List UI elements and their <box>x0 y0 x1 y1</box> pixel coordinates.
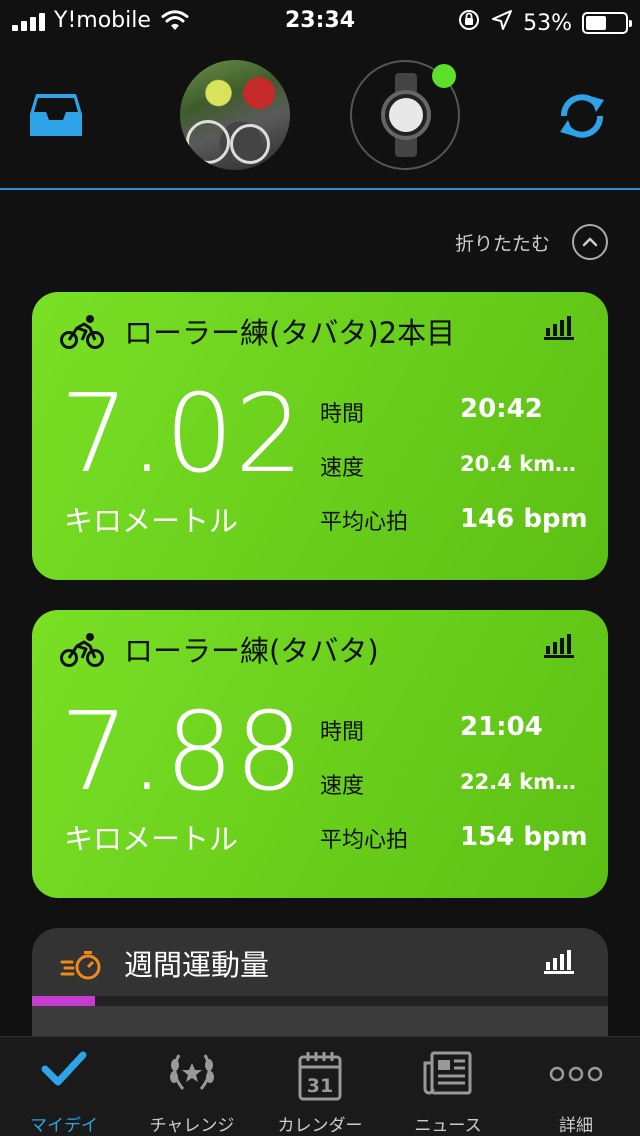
tab-news[interactable]: ニュース <box>384 1037 512 1136</box>
svg-text:31: 31 <box>307 1075 333 1097</box>
activity-card[interactable]: ローラー練(タバタ)2本目 7.02 キロメートル 時間 20:42 速度 20… <box>32 292 608 580</box>
activity-title: ローラー練(タバタ)2本目 <box>124 316 456 350</box>
collapse-control[interactable]: 折りたたむ <box>455 224 608 260</box>
app-header <box>0 40 640 190</box>
distance-value: 7.02 <box>60 372 305 497</box>
stopwatch-icon <box>60 948 104 986</box>
stat-value-time: 21:04 <box>460 712 543 742</box>
tab-bar: マイデイ チャレンジ 31 カレンダー ニュース 詳細 <box>0 1036 640 1136</box>
tab-label: 詳細 <box>559 1116 593 1136</box>
battery-level <box>586 16 607 30</box>
distance-unit: キロメートル <box>64 822 239 856</box>
location-arrow-icon <box>491 9 513 37</box>
inbox-tray-icon[interactable] <box>28 92 84 142</box>
checkmark-icon <box>39 1049 89 1093</box>
tab-label: ニュース <box>414 1116 482 1136</box>
stat-value-speed: 20.4 km… <box>460 452 576 476</box>
weekly-progress-bar <box>32 996 608 1006</box>
tab-label: マイデイ <box>30 1116 98 1136</box>
bicycle-icon <box>60 314 104 354</box>
distance-unit: キロメートル <box>64 504 239 538</box>
status-bar: Y!mobile 23:34 53% <box>0 0 640 40</box>
orientation-lock-icon <box>457 8 481 38</box>
stat-value-time: 20:42 <box>460 394 543 424</box>
chevron-up-icon[interactable] <box>572 224 608 260</box>
tab-challenge[interactable]: チャレンジ <box>128 1037 256 1136</box>
stat-label-time: 時間 <box>320 402 365 427</box>
laurel-icon <box>165 1049 219 1103</box>
stat-value-heart-rate: 146 bpm <box>460 504 588 534</box>
activity-title: ローラー練(タバタ) <box>124 634 379 668</box>
tab-more[interactable]: 詳細 <box>512 1037 640 1136</box>
header-divider <box>0 188 640 190</box>
battery-icon <box>582 12 632 34</box>
tab-calendar[interactable]: 31 カレンダー <box>256 1037 384 1136</box>
stat-label-speed: 速度 <box>320 456 365 481</box>
stat-value-speed: 22.4 km… <box>460 770 576 794</box>
sync-icon[interactable] <box>552 90 612 146</box>
tab-my-day[interactable]: マイデイ <box>0 1037 128 1136</box>
bicycle-icon <box>60 632 104 672</box>
more-dots-icon <box>549 1065 603 1087</box>
activity-card[interactable]: ローラー練(タバタ) 7.88 キロメートル 時間 21:04 速度 22.4 … <box>32 610 608 898</box>
calendar-icon: 31 <box>297 1049 343 1105</box>
collapse-label: 折りたたむ <box>454 232 550 255</box>
bar-chart-icon[interactable] <box>544 632 576 662</box>
newspaper-icon <box>422 1049 474 1101</box>
bar-chart-icon[interactable] <box>544 314 576 344</box>
stat-label-heart-rate: 平均心拍 <box>320 828 409 853</box>
bar-chart-icon[interactable] <box>544 948 576 978</box>
stat-label-heart-rate: 平均心拍 <box>320 510 409 535</box>
stat-label-time: 時間 <box>320 720 365 745</box>
distance-value: 7.88 <box>60 690 305 815</box>
status-right: 53% <box>457 8 632 38</box>
stat-label-speed: 速度 <box>320 774 365 799</box>
weekly-progress-fill <box>32 996 96 1006</box>
watch-screen <box>389 98 423 132</box>
weekly-title: 週間運動量 <box>124 948 270 982</box>
tab-label: カレンダー <box>277 1116 363 1136</box>
tab-label: チャレンジ <box>149 1116 235 1136</box>
battery-percent: 53% <box>523 10 572 36</box>
stat-value-heart-rate: 154 bpm <box>460 822 588 852</box>
avatar[interactable] <box>180 60 290 170</box>
connection-status-dot <box>432 64 456 88</box>
